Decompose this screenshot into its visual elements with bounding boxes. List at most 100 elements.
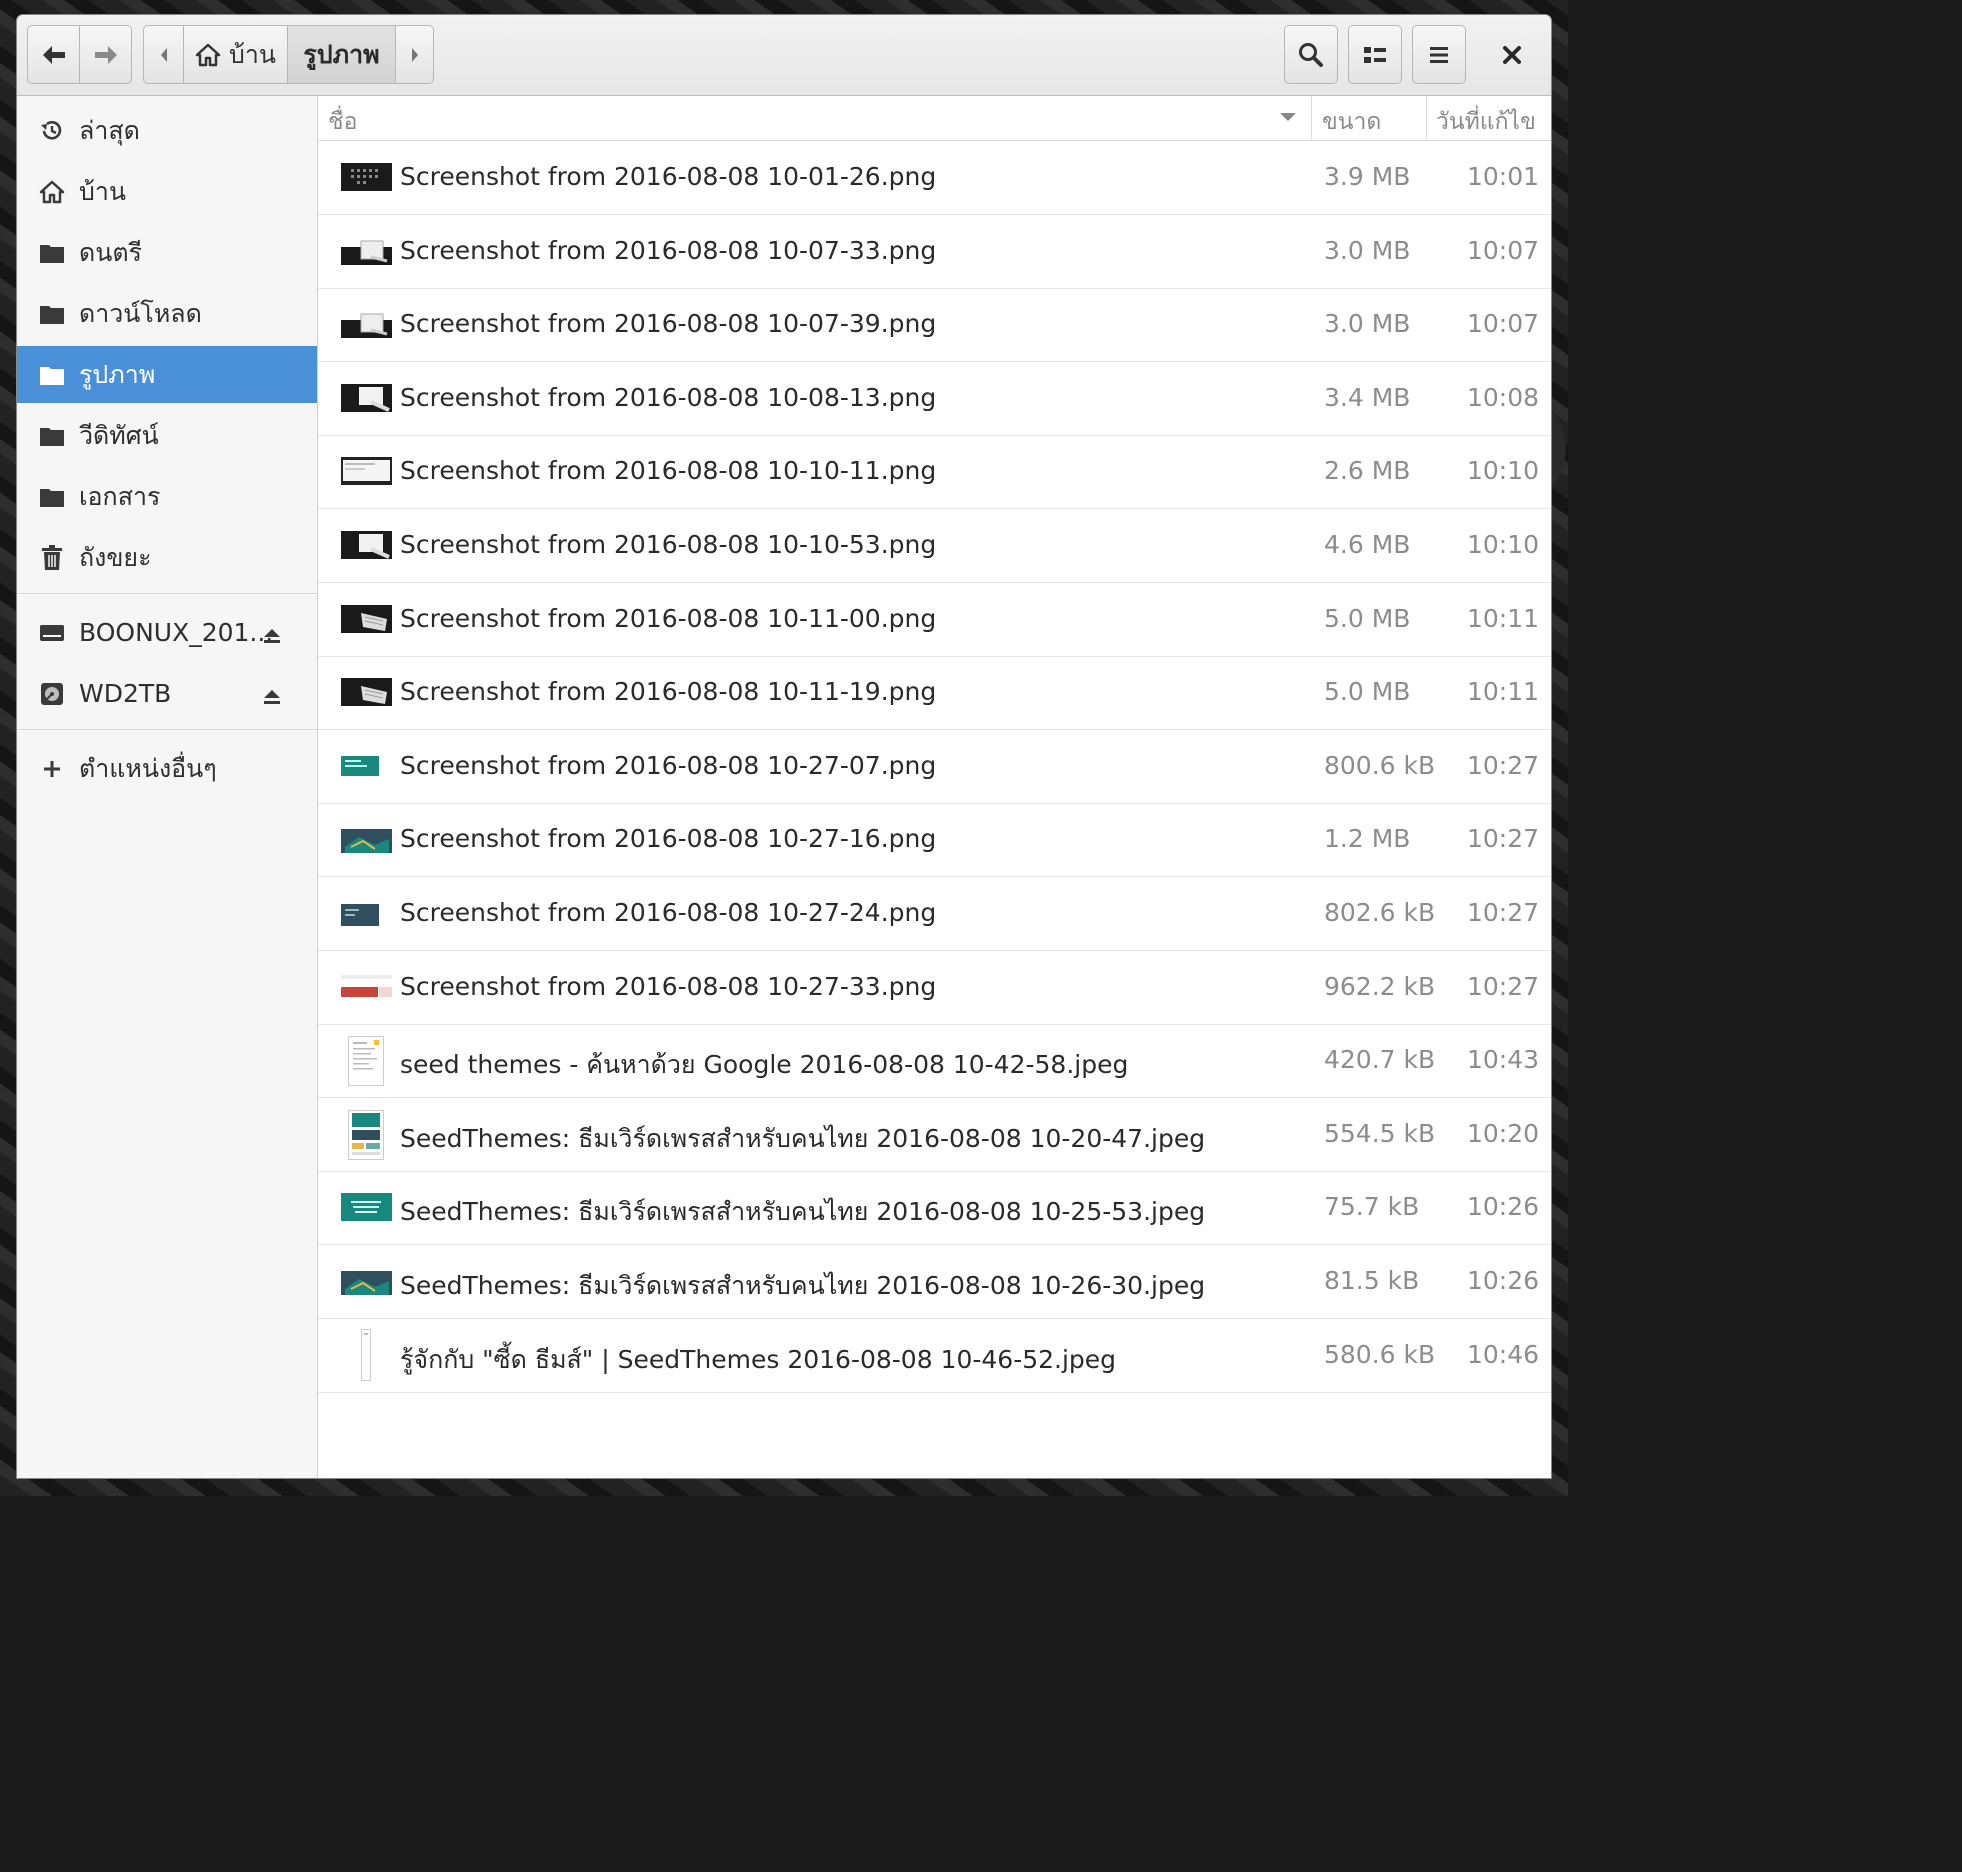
- file-name: Screenshot from 2016-08-08 10-11-19.png: [400, 677, 937, 707]
- file-size: 3.0 MB: [1324, 309, 1411, 339]
- file-row[interactable]: รู้จักกับ "ซี้ด ธีมส์" | SeedThemes 2016…: [318, 1319, 1551, 1393]
- sidebar-item-boonux[interactable]: BOONUX_201...: [17, 604, 317, 661]
- path-scroll-right-button[interactable]: [395, 25, 434, 84]
- view-toggle-icon: [1364, 46, 1386, 63]
- column-divider: [1426, 96, 1427, 140]
- file-row[interactable]: SeedThemes: ธีมเวิร์ดเพรสสำหรับคนไทย 201…: [318, 1171, 1551, 1246]
- sidebar-item-documents[interactable]: เอกสาร: [17, 468, 317, 525]
- view-toggle-button[interactable]: [1348, 25, 1402, 84]
- home-icon: [39, 179, 65, 205]
- column-size-header[interactable]: ขนาด: [1322, 104, 1381, 140]
- close-button[interactable]: [1482, 25, 1542, 84]
- file-modified-time: 10:10: [1466, 456, 1539, 486]
- file-name: SeedThemes: ธีมเวิร์ดเพรสสำหรับคนไทย 201…: [400, 1123, 1206, 1153]
- file-modified-time: 10:27: [1466, 750, 1539, 780]
- eject-icon[interactable]: [263, 682, 281, 711]
- back-arrow-icon: [42, 45, 65, 64]
- file-list: ชื่อ ขนาด วันที่แก้ไข Screenshot from 20…: [318, 96, 1551, 1478]
- sidebar-item-trash[interactable]: ถังขยะ: [17, 529, 317, 586]
- file-name: Screenshot from 2016-08-08 10-07-39.png: [400, 309, 937, 339]
- file-name: Screenshot from 2016-08-08 10-27-33.png: [400, 971, 937, 1001]
- sidebar-item-videos[interactable]: วีดิทัศน์: [17, 407, 317, 464]
- file-modified-time: 10:07: [1466, 235, 1539, 265]
- column-modified-header[interactable]: วันที่แก้ไข: [1436, 104, 1536, 140]
- file-size: 3.9 MB: [1324, 162, 1411, 191]
- file-size: 580.6 kB: [1324, 1339, 1436, 1369]
- file-row[interactable]: Screenshot from 2016-08-08 10-11-19.png 5…: [318, 656, 1551, 731]
- file-row[interactable]: Screenshot from 2016-08-08 10-01-26.png 3…: [318, 141, 1551, 215]
- file-name: Screenshot from 2016-08-08 10-10-11.png: [400, 456, 937, 486]
- file-modified-time: 10:27: [1466, 971, 1539, 1001]
- sidebar-item-label: ล่าสุด: [79, 115, 140, 145]
- file-name: Screenshot from 2016-08-08 10-11-00.png: [400, 603, 937, 633]
- eject-icon[interactable]: [263, 621, 281, 650]
- sidebar-item-label: WD2TB: [79, 679, 172, 708]
- search-icon: [1299, 42, 1323, 67]
- file-thumbnail: [341, 531, 392, 559]
- file-row[interactable]: Screenshot from 2016-08-08 10-08-13.png 3…: [318, 362, 1551, 436]
- file-row[interactable]: SeedThemes: ธีมเวิร์ดเพรสสำหรับคนไทย 201…: [318, 1098, 1551, 1172]
- sidebar-item-label: ตำแหน่งอื่นๆ: [79, 753, 217, 783]
- file-row[interactable]: Screenshot from 2016-08-08 10-10-53.png 4…: [318, 509, 1551, 583]
- search-button[interactable]: [1284, 25, 1338, 84]
- sidebar-item-wd2tb[interactable]: WD2TB: [17, 665, 317, 722]
- file-size: 802.6 kB: [1324, 898, 1436, 927]
- sidebar-item-label: วีดิทัศน์: [79, 420, 159, 450]
- file-thumbnail: [361, 1328, 371, 1381]
- trash-icon: [39, 544, 65, 571]
- sidebar-item-other-locations[interactable]: ตำแหน่งอื่นๆ: [17, 740, 317, 797]
- sidebar-item-label: บ้าน: [79, 176, 126, 206]
- sidebar-item-recent[interactable]: ล่าสุด: [17, 102, 317, 159]
- chevron-left-icon: [160, 47, 167, 62]
- file-thumbnail: [341, 383, 392, 412]
- file-size: 962.2 kB: [1324, 971, 1436, 1001]
- file-row[interactable]: Screenshot from 2016-08-08 10-27-07.png 8…: [318, 730, 1551, 804]
- path-scroll-left-button[interactable]: [143, 25, 184, 84]
- file-modified-time: 10:27: [1466, 898, 1539, 927]
- sort-descending-icon[interactable]: [1280, 113, 1296, 121]
- sidebar-item-music[interactable]: ดนตรี: [17, 224, 317, 281]
- close-icon: [1503, 45, 1521, 64]
- file-thumbnail: [341, 604, 392, 633]
- file-modified-time: 10:11: [1466, 603, 1539, 633]
- file-size: 3.0 MB: [1324, 235, 1411, 265]
- file-size: 5.0 MB: [1324, 677, 1411, 707]
- file-name: รู้จักกับ "ซี้ด ธีมส์" | SeedThemes 2016…: [400, 1344, 1117, 1374]
- header-bar: บ้าน รูปภาพ: [17, 15, 1551, 96]
- file-thumbnail: [341, 1267, 392, 1295]
- sidebar-item-label: รูปภาพ: [79, 359, 156, 389]
- file-row[interactable]: seed themes - ค้นหาด้วย Google 2016-08-0…: [318, 1024, 1551, 1099]
- file-modified-time: 10:27: [1466, 824, 1539, 854]
- file-modified-time: 10:08: [1466, 382, 1539, 412]
- file-name: Screenshot from 2016-08-08 10-27-07.png: [400, 750, 937, 780]
- file-row[interactable]: Screenshot from 2016-08-08 10-07-33.png 3…: [318, 215, 1551, 289]
- file-thumbnail: [348, 1109, 384, 1160]
- sidebar-item-pictures[interactable]: รูปภาพ: [17, 346, 317, 403]
- file-modified-time: 10:46: [1466, 1339, 1539, 1369]
- sidebar-item-downloads[interactable]: ดาวน์โหลด: [17, 285, 317, 342]
- back-button[interactable]: [27, 25, 80, 84]
- file-row[interactable]: Screenshot from 2016-08-08 10-07-39.png 3…: [318, 288, 1551, 363]
- file-row[interactable]: SeedThemes: ธีมเวิร์ดเพรสสำหรับคนไทย 201…: [318, 1245, 1551, 1319]
- file-size: 420.7 kB: [1324, 1045, 1436, 1075]
- sidebar-item-home[interactable]: บ้าน: [17, 163, 317, 220]
- file-row[interactable]: Screenshot from 2016-08-08 10-27-33.png 9…: [318, 951, 1551, 1025]
- file-row[interactable]: Screenshot from 2016-08-08 10-27-24.png 8…: [318, 877, 1551, 951]
- menu-button[interactable]: [1412, 25, 1466, 84]
- path-home-label: บ้าน: [229, 39, 276, 69]
- file-row[interactable]: Screenshot from 2016-08-08 10-10-11.png 2…: [318, 435, 1551, 510]
- sidebar-item-label: เอกสาร: [79, 481, 161, 511]
- file-thumbnail: [341, 457, 392, 486]
- file-row[interactable]: Screenshot from 2016-08-08 10-27-16.png 1…: [318, 803, 1551, 878]
- path-home-button[interactable]: บ้าน: [183, 25, 288, 84]
- file-size: 5.0 MB: [1324, 603, 1411, 633]
- path-current-label: รูปภาพ: [303, 39, 380, 69]
- file-row[interactable]: Screenshot from 2016-08-08 10-11-00.png 5…: [318, 583, 1551, 657]
- home-icon: [195, 43, 221, 66]
- file-thumbnail: [341, 899, 392, 927]
- sidebar: ล่าสุด บ้าน ดนตรี ดาวน์โหลด รูปภาพ วีดิท…: [17, 96, 318, 1478]
- forward-button[interactable]: [79, 25, 132, 84]
- column-name-header[interactable]: ชื่อ: [328, 104, 357, 140]
- path-current-button[interactable]: รูปภาพ: [287, 25, 396, 84]
- file-modified-time: 10:07: [1466, 309, 1539, 339]
